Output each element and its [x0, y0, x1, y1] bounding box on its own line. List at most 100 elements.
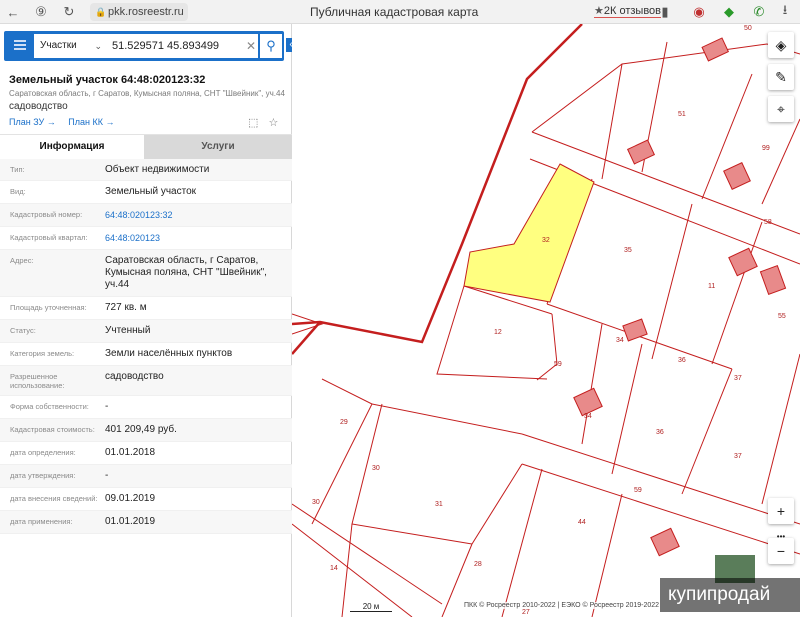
refresh-icon[interactable]: ↻: [60, 3, 78, 21]
zoom-out-button[interactable]: −: [768, 538, 794, 564]
parcel-number-label: 12: [494, 329, 502, 336]
whatsapp-icon[interactable]: ✆: [750, 3, 768, 21]
parcel-boundary: [311, 378, 373, 525]
yandex-icon[interactable]: ⑨: [32, 3, 50, 21]
parcel-boundary: [536, 313, 558, 381]
object-address: Саратовская область, г Саратов, Кумысная…: [9, 89, 285, 98]
parcel-number-label: 30: [312, 499, 320, 506]
attribute-value[interactable]: 64:48:020123:32: [105, 209, 285, 221]
crosshair-icon: ⌖: [777, 101, 785, 117]
attribute-label: дата определения:: [10, 448, 76, 457]
parcel-number-label: 36: [678, 357, 686, 364]
map-canvas[interactable]: 50 51 99 58 35 32 11 55 12 34 59 36 37 29 30 31 28 44 59 36…: [292, 24, 800, 617]
tab-bar: Информация Услуги: [0, 134, 292, 159]
building: [573, 387, 603, 417]
parcel-number-label: 30: [372, 465, 380, 472]
object-title: Земельный участок 64:48:020123:32: [9, 74, 206, 86]
attribute-label: Разрешенное использование:: [10, 372, 65, 390]
plan-kk-link[interactable]: План КК →: [68, 117, 114, 127]
extension-icon[interactable]: ◉: [690, 3, 708, 21]
parcel-number-label: 29: [340, 419, 348, 426]
parcel-number-label: 44: [578, 519, 586, 526]
locate-button[interactable]: ⌖: [768, 96, 794, 122]
attribute-label: Тип:: [10, 165, 25, 174]
lock-icon: 🔒: [95, 7, 107, 17]
attribute-value: Земельный участок: [105, 186, 197, 197]
attribute-value: Объект недвижимости: [105, 164, 210, 175]
parcel-boundary: [601, 63, 623, 180]
layers-button[interactable]: ◈: [768, 32, 794, 58]
attribute-label: дата утверждения:: [10, 471, 76, 480]
parcel-boundary: [371, 403, 523, 435]
ruler-button[interactable]: ✎: [768, 64, 794, 90]
attribute-row: Категория земель: Земли населённых пункто…: [0, 343, 292, 366]
zoom-in-button[interactable]: +: [768, 498, 794, 524]
parcel-number-label: 58: [764, 219, 772, 226]
parcel-number-label: 28: [474, 561, 482, 568]
parcel-boundary: [681, 368, 733, 495]
menu-icon[interactable]: [14, 40, 26, 50]
building: [759, 265, 787, 295]
attribute-table: Тип: Объект недвижимости Вид: Земельный уча…: [0, 159, 292, 534]
attribute-row: Кадастровая стоимость: 401 209,49 руб.: [0, 419, 292, 442]
parcel-boundary: [436, 285, 548, 380]
parcel-number-label: 59: [634, 487, 642, 494]
url-bar[interactable]: 🔒 pkk.rosreestr.ru: [90, 3, 188, 21]
evernote-icon[interactable]: ◆: [720, 3, 738, 21]
attribute-value: Учтенный: [105, 325, 151, 336]
attribute-row: Статус: Учтенный: [0, 320, 292, 343]
attribute-row: дата внесения сведений: 09.01.2019: [0, 488, 292, 511]
reviews-link[interactable]: ★2К отзывов: [594, 4, 662, 18]
search-button[interactable]: ⚲: [260, 34, 282, 58]
attribute-value: -: [105, 470, 109, 481]
attribute-label: Площадь уточненная:: [10, 303, 87, 312]
attribute-row: дата утверждения: -: [0, 465, 292, 488]
parcel-number-label: 50: [744, 25, 752, 32]
attribute-value: Саратовская область, г Саратов, Кумысная…: [105, 255, 267, 290]
attribute-row: дата определения: 01.01.2018: [0, 442, 292, 465]
attribute-label: дата применения:: [10, 517, 73, 526]
parcel-number-label: 14: [330, 565, 338, 572]
search-icon: ⚲: [266, 38, 276, 53]
attribute-value[interactable]: 64:48:020123: [105, 232, 285, 244]
bookmark-icon[interactable]: ▮: [656, 3, 674, 21]
attribute-label: Статус:: [10, 326, 36, 335]
favorite-star-icon[interactable]: ☆: [268, 117, 278, 129]
parcel-boundary: [761, 353, 800, 505]
parcel-boundary: [351, 403, 473, 545]
download-icon[interactable]: ⭳: [776, 2, 794, 21]
copyright-text: ПКК © Росреестр 2010-2022 | ЕЭКО © Росре…: [464, 602, 660, 609]
cadastral-map[interactable]: 50 51 99 58 35 32 11 55 12 34 59 36 37 29 30 31 28 44 59 36…: [292, 24, 800, 617]
quarter-boundary: [292, 321, 321, 355]
tab-services[interactable]: Услуги: [144, 135, 292, 159]
plan-zu-link[interactable]: План ЗУ →: [9, 117, 56, 127]
parcel-boundary: [711, 221, 763, 365]
parcel-boundary: [581, 323, 603, 445]
attribute-row: Тип: Объект недвижимости: [0, 159, 292, 181]
search-type-select[interactable]: Участки ⌄: [34, 34, 106, 58]
tab-info[interactable]: Информация: [0, 135, 144, 159]
parcel-boundary: [591, 493, 623, 617]
attribute-label: Кадастровый номер:: [10, 210, 83, 219]
attribute-label: Адрес:: [10, 256, 34, 265]
parcel-number-label: 35: [624, 247, 632, 254]
watermark: купипродай: [660, 578, 800, 612]
back-icon[interactable]: ←: [4, 3, 22, 21]
attribute-row: Площадь уточненная: 727 кв. м: [0, 297, 292, 320]
search-input[interactable]: [106, 34, 258, 58]
clear-icon[interactable]: ✕: [246, 34, 260, 58]
attribute-label: Кадастровый квартал:: [10, 233, 88, 242]
select-area-icon[interactable]: ⬚: [248, 117, 258, 129]
attribute-value: 727 кв. м: [105, 302, 147, 313]
attribute-value: Земли населённых пунктов: [105, 348, 233, 359]
parcel-boundary: [611, 343, 643, 475]
building: [728, 247, 758, 277]
parcel-number-label: 36: [656, 429, 664, 436]
attribute-label: Вид:: [10, 187, 26, 196]
attribute-row: дата применения: 01.01.2019: [0, 511, 292, 534]
chevron-down-icon: ⌄: [94, 41, 102, 51]
attribute-row: Кадастровый номер: 64:48:020123:32: [0, 204, 292, 227]
info-panel: Участки⌄ ✕ ⚲ ‹ Земельный участок 64:48:0…: [0, 24, 296, 617]
attribute-value: садоводство: [105, 371, 164, 382]
parcel-number-label: 27: [522, 609, 530, 616]
